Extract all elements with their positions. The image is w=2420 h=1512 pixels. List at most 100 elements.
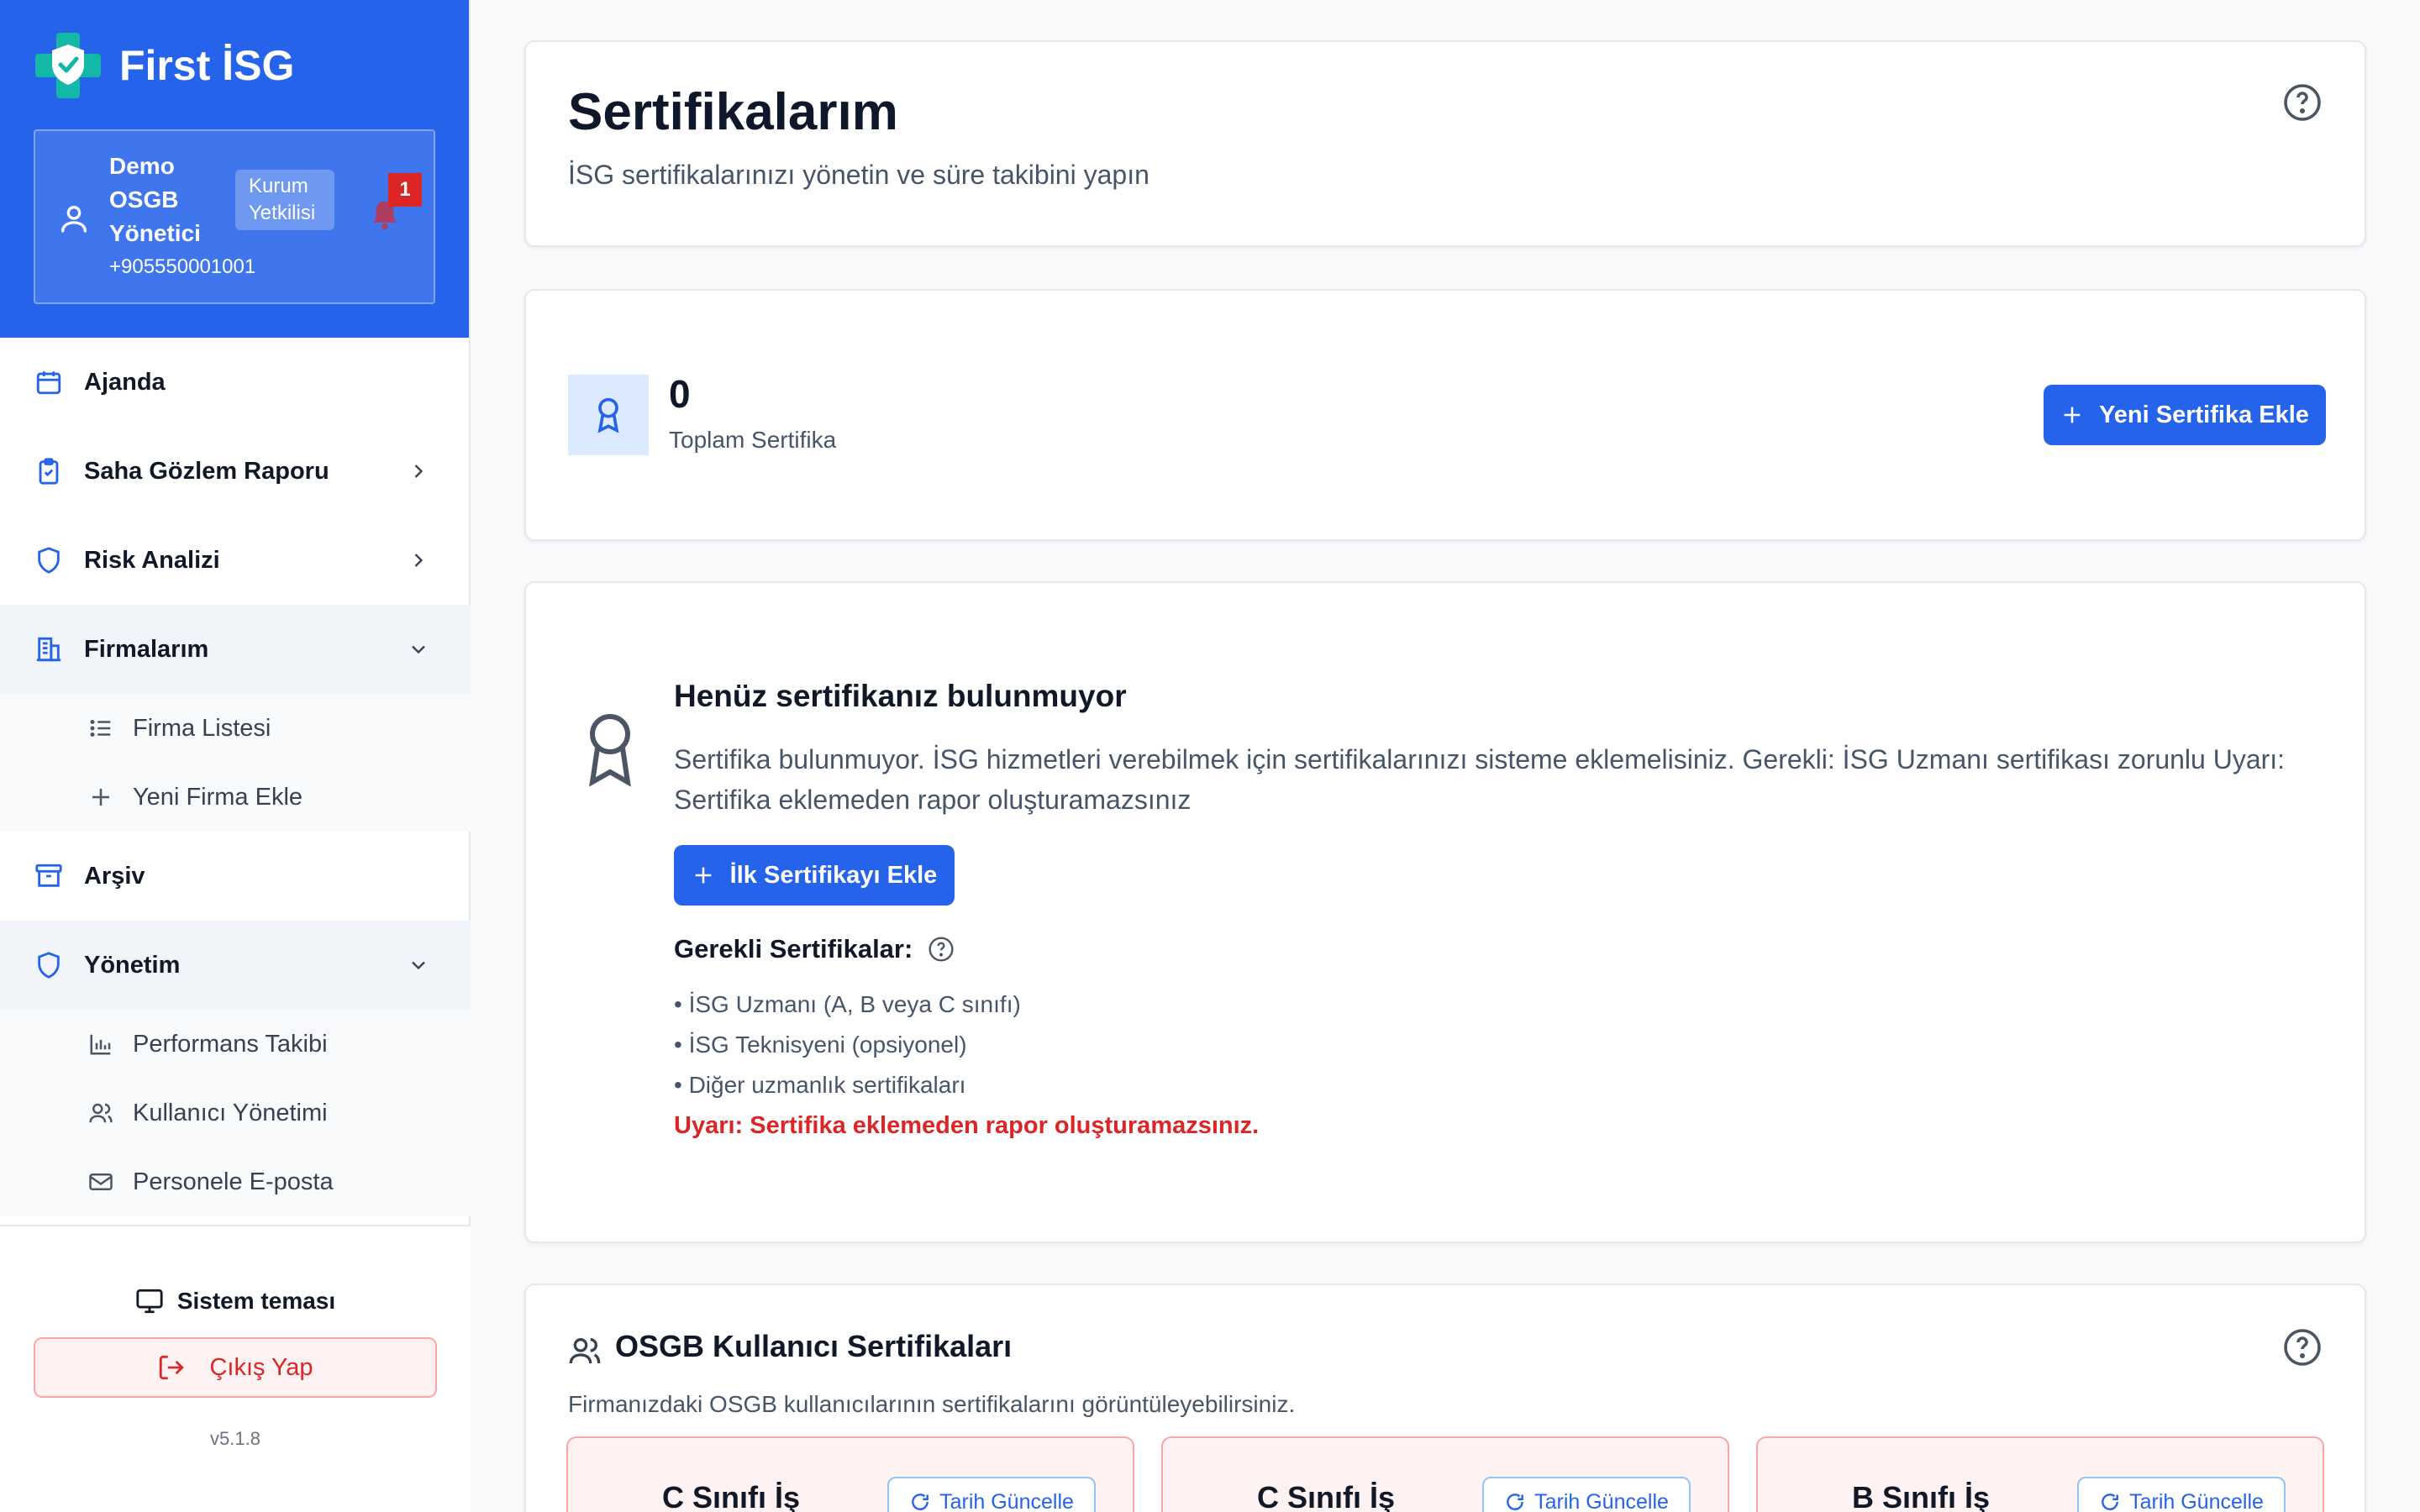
osgb-section-subtitle: Firmanızdaki OSGB kullanıcılarının serti… xyxy=(568,1391,1296,1417)
update-date-label: Tarih Güncelle xyxy=(2129,1489,2264,1512)
user-card[interactable]: Demo OSGB Yönetici Kurum Yetkilisi 1 +905… xyxy=(34,129,435,304)
user-phone: +905550001001 xyxy=(109,255,256,278)
calendar-icon xyxy=(34,367,64,397)
total-certificates-count: 0 xyxy=(669,372,691,416)
empty-state-title: Henüz sertifikanız bulunmuyor xyxy=(674,679,1127,713)
certificate-card[interactable]: B Sınıfı İş Tarih Güncelle xyxy=(1756,1436,2324,1512)
certificate-title: C Sınıfı İş xyxy=(662,1480,801,1512)
required-certificates-title: Gerekli Sertifikalar: xyxy=(674,934,913,963)
theme-toggle-button[interactable]: Sistem teması xyxy=(0,1287,471,1315)
page-subtitle: İSG sertifikalarınızı yönetin ve süre ta… xyxy=(568,160,1150,190)
add-certificate-label: Yeni Sertifika Ekle xyxy=(2099,401,2309,428)
warning-text: Uyarı: Sertifika eklemeden rapor oluştur… xyxy=(674,1112,1260,1139)
theme-label: Sistem teması xyxy=(176,1288,336,1314)
update-date-button[interactable]: Tarih Güncelle xyxy=(887,1477,1096,1512)
empty-state-card: Henüz sertifikanız bulunmuyor Sertifika … xyxy=(524,581,2366,1243)
brand-name: First İSG xyxy=(119,42,295,89)
add-first-certificate-button[interactable]: İlk Sertifikayı Ekle xyxy=(674,845,955,906)
bar-chart-icon xyxy=(87,1031,114,1058)
sidebar-subitem-label: Kullanıcı Yönetimi xyxy=(133,1099,328,1126)
sidebar-item-label: Yönetim xyxy=(84,951,181,979)
user-name: Demo OSGB Yönetici xyxy=(109,153,201,246)
sidebar-footer: Sistem teması Çıkış Yap v5.1.8 xyxy=(0,1225,471,1512)
plus-icon xyxy=(87,784,114,811)
empty-state-description: Sertifika bulunmuyor. İSG hizmetleri ver… xyxy=(674,744,2286,815)
sidebar-item-risk-analizi[interactable]: Risk Analizi xyxy=(0,516,471,605)
sidebar-subitem-firma-listesi[interactable]: Firma Listesi xyxy=(0,694,471,763)
sidebar-subitem-label: Personele E-posta xyxy=(133,1168,334,1195)
osgb-certificates-card: OSGB Kullanıcı Sertifikaları Firmanızdak… xyxy=(524,1284,2366,1512)
refresh-icon xyxy=(2099,1491,2121,1512)
award-icon xyxy=(568,375,649,455)
add-certificate-button[interactable]: Yeni Sertifika Ekle xyxy=(2044,385,2326,445)
total-certificates-label: Toplam Sertifika xyxy=(669,427,837,453)
sidebar-subitem-eposta[interactable]: Personele E-posta xyxy=(0,1147,471,1216)
list-item: • Diğer uzmanlık sertifikaları xyxy=(674,1072,966,1098)
refresh-icon xyxy=(1504,1491,1526,1512)
shield-cross-logo-icon xyxy=(34,31,103,100)
brand[interactable]: First İSG xyxy=(34,30,435,101)
logout-button[interactable]: Çıkış Yap xyxy=(34,1337,437,1398)
certificate-title: B Sınıfı İş xyxy=(1852,1480,1991,1512)
refresh-icon xyxy=(909,1491,931,1512)
sidebar-item-label: Saha Gözlem Raporu xyxy=(84,457,329,485)
monitor-icon xyxy=(135,1287,164,1315)
sidebar-subitem-kullanici[interactable]: Kullanıcı Yönetimi xyxy=(0,1079,471,1147)
chevron-right-icon xyxy=(407,459,430,483)
logout-label: Çıkış Yap xyxy=(209,1353,313,1381)
shield-icon xyxy=(34,950,64,980)
sidebar-subitem-performans[interactable]: Performans Takibi xyxy=(0,1010,471,1079)
mail-icon xyxy=(87,1168,114,1195)
update-date-button[interactable]: Tarih Güncelle xyxy=(1482,1477,1691,1512)
list-item: • İSG Teknisyeni (opsiyonel) xyxy=(674,1032,967,1058)
sidebar-item-yonetim[interactable]: Yönetim xyxy=(0,921,471,1010)
update-date-label: Tarih Güncelle xyxy=(939,1489,1074,1512)
user-role-badge: Kurum Yetkilisi xyxy=(235,170,334,230)
sidebar-subitem-label: Yeni Firma Ekle xyxy=(133,783,303,811)
sidebar-item-label: Arşiv xyxy=(84,862,145,890)
required-certificates-list: • İSG Uzmanı (A, B veya C sınıfı) • İSG … xyxy=(674,984,1021,1105)
sidebar-subitem-label: Firma Listesi xyxy=(133,714,271,742)
archive-icon xyxy=(34,861,64,891)
list-item: • İSG Uzmanı (A, B veya C sınıfı) xyxy=(674,991,1021,1017)
add-first-certificate-label: İlk Sertifikayı Ekle xyxy=(729,861,938,889)
sidebar-item-ajanda[interactable]: Ajanda xyxy=(0,338,471,427)
update-date-button[interactable]: Tarih Güncelle xyxy=(2077,1477,2286,1512)
user-icon xyxy=(57,202,91,235)
help-icon[interactable] xyxy=(2282,82,2323,123)
chevron-right-icon xyxy=(407,549,430,572)
page-header-card: Sertifikalarım İSG sertifikalarınızı yön… xyxy=(524,40,2366,247)
award-icon xyxy=(580,709,640,790)
sidebar-item-saha-gozlem[interactable]: Saha Gözlem Raporu xyxy=(0,427,471,516)
sidebar-item-label: Firmalarım xyxy=(84,635,209,663)
required-certificates-heading: Gerekli Sertifikalar: xyxy=(674,934,955,964)
sidebar: First İSG Demo OSGB Yönetici Kurum Yetkil… xyxy=(0,0,471,1512)
plus-icon xyxy=(692,864,715,887)
sidebar-item-firmalarim[interactable]: Firmalarım xyxy=(0,605,471,694)
sidebar-item-label: Ajanda xyxy=(84,368,166,396)
osgb-section-title: OSGB Kullanıcı Sertifikaları xyxy=(615,1329,1013,1363)
list-icon xyxy=(87,715,114,742)
help-icon[interactable] xyxy=(2282,1327,2323,1368)
certificate-title: C Sınıfı İş xyxy=(1257,1480,1396,1512)
page-title: Sertifikalarım xyxy=(568,83,898,141)
notification-badge: 1 xyxy=(388,173,422,207)
plus-icon xyxy=(2060,403,2084,427)
help-icon[interactable] xyxy=(928,936,955,963)
clipboard-check-icon xyxy=(34,456,64,486)
logout-icon xyxy=(157,1353,186,1382)
building-icon xyxy=(34,634,64,664)
sidebar-subitem-label: Performans Takibi xyxy=(133,1030,328,1058)
users-icon xyxy=(87,1100,114,1126)
update-date-label: Tarih Güncelle xyxy=(1534,1489,1669,1512)
chevron-down-icon xyxy=(407,638,430,661)
certificate-card[interactable]: C Sınıfı İş Tarih Güncelle xyxy=(1161,1436,1729,1512)
sidebar-subitem-yeni-firma[interactable]: Yeni Firma Ekle xyxy=(0,763,471,832)
sidebar-item-arsiv[interactable]: Arşiv xyxy=(0,832,471,921)
version-label: v5.1.8 xyxy=(210,1428,260,1449)
users-icon xyxy=(568,1334,602,1368)
sidebar-item-label: Risk Analizi xyxy=(84,546,220,574)
sidebar-header: First İSG Demo OSGB Yönetici Kurum Yetkil… xyxy=(0,0,469,338)
stats-card: 0 Toplam Sertifika Yeni Sertifika Ekle xyxy=(524,289,2366,541)
certificate-card[interactable]: C Sınıfı İş Tarih Güncelle xyxy=(566,1436,1134,1512)
